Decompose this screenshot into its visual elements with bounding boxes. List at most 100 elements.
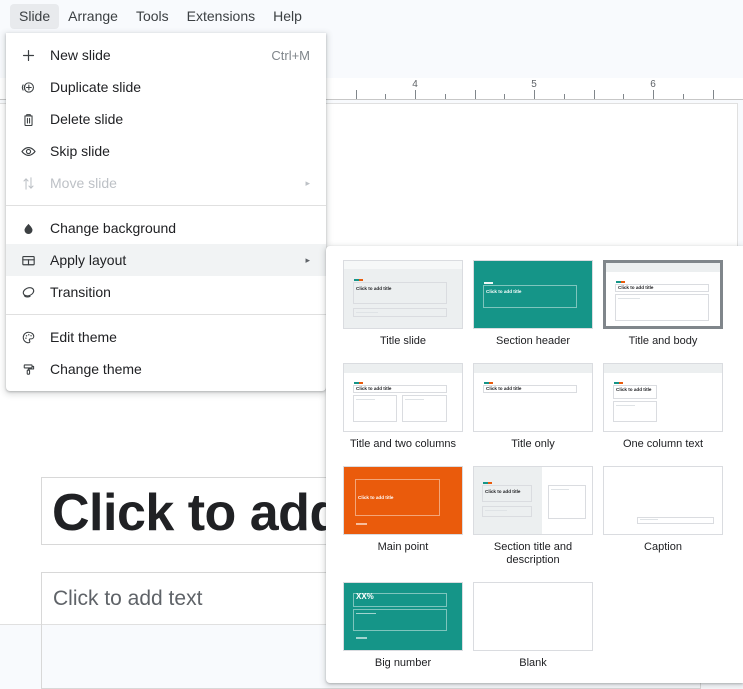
menubar-item-slide[interactable]: Slide (10, 4, 59, 29)
menu-item-shortcut: Ctrl+M (271, 47, 326, 64)
thumb-text-line (405, 399, 424, 400)
thumb-text-line (356, 523, 367, 525)
thumb-accent-bar (484, 382, 493, 384)
layout-option-section-title-and-description[interactable]: Click to add titleSection title and desc… (468, 466, 598, 567)
layout-option-title-and-two-columns[interactable]: Click to add title Title and two columns (338, 363, 468, 451)
layout-option-label: Title and two columns (338, 438, 468, 451)
submenu-arrow-icon: ▸ (305, 256, 326, 265)
menu-item-edit-theme[interactable]: Edit theme (6, 321, 326, 353)
menubar-item-extensions[interactable]: Extensions (178, 4, 264, 29)
submenu-arrow-icon: ▸ (305, 179, 326, 188)
thumb-topbar (344, 261, 462, 269)
thumb-accent-bar (354, 279, 363, 281)
layout-option-label: Blank (468, 657, 598, 670)
layout-thumbnail[interactable]: Click to add title (603, 260, 723, 329)
trash-icon (20, 111, 50, 128)
layout-thumbnail[interactable]: XX% (343, 582, 463, 651)
menu-separator (6, 205, 326, 206)
menubar-item-help[interactable]: Help (264, 4, 311, 29)
layout-option-section-header[interactable]: Click to add title Section header (468, 260, 598, 348)
menu-item-move-slide: Move slide▸ (6, 167, 326, 199)
accent-teal (52, 460, 100, 467)
layout-option-title-only[interactable]: Click to add title Title only (468, 363, 598, 451)
thumb-topbar (474, 364, 592, 373)
thumb-text-line (485, 510, 507, 511)
ruler-tick (594, 90, 595, 99)
ruler-tick (534, 90, 535, 99)
thumb-topbar (606, 263, 720, 272)
ruler-tick (385, 94, 386, 99)
ruler-tick (445, 94, 446, 99)
layout-thumbnail[interactable]: Click to add title (473, 363, 593, 432)
thumb-accent-bar (484, 282, 493, 284)
ruler-label: 6 (650, 79, 656, 90)
slide-body-placeholder-text[interactable]: Click to add text (53, 586, 202, 611)
ruler-tick (504, 94, 505, 99)
layout-option-big-number[interactable]: XX%Big number (338, 582, 468, 670)
layout-thumbnail[interactable] (603, 466, 723, 535)
menu-item-delete-slide[interactable]: Delete slide (6, 103, 326, 135)
duplicate-icon (20, 79, 50, 96)
slide-accent-bar (52, 460, 148, 467)
layout-thumbnail[interactable]: Click to add title (603, 363, 723, 432)
thumb-title-text: Click to add title (486, 289, 521, 295)
menu-item-label: Apply layout (50, 252, 305, 269)
ruler-tick (356, 90, 357, 99)
slides-editor-window: Slide Arrange Tools Extensions Help + Ba… (0, 0, 743, 689)
ruler-tick (475, 90, 476, 99)
layout-thumbnail[interactable]: Click to add title (343, 260, 463, 329)
thumb-accent-bar (354, 382, 363, 384)
thumb-topbar (344, 364, 462, 373)
thumb-topbar (604, 364, 722, 373)
thumb-title-text: Click to add title (485, 489, 520, 495)
thumb-accent-bar (614, 382, 623, 384)
menu-item-label: Skip slide (50, 143, 326, 160)
menu-bar: Slide Arrange Tools Extensions Help (0, 0, 743, 33)
menu-item-label: New slide (50, 47, 271, 64)
thumb-text-line (356, 637, 367, 639)
thumb-text-line (618, 298, 640, 299)
menu-item-apply-layout[interactable]: Apply layout▸ (6, 244, 326, 276)
menubar-item-arrange[interactable]: Arrange (59, 4, 127, 29)
layout-option-label: Section header (468, 335, 598, 348)
layout-thumbnail[interactable]: Click to add title (343, 466, 463, 535)
move-arrows-icon (20, 175, 50, 192)
layout-option-label: One column text (598, 438, 728, 451)
layout-thumbnail[interactable]: Click to add title (473, 260, 593, 329)
plus-icon (20, 47, 50, 64)
layout-option-label: Title and body (598, 335, 728, 348)
menu-item-change-theme[interactable]: Change theme (6, 353, 326, 385)
layout-option-label: Main point (338, 541, 468, 554)
thumb-placeholder-box (482, 506, 532, 517)
thumb-accent-bar (483, 482, 492, 484)
menu-item-label: Move slide (50, 175, 305, 192)
layout-option-title-and-body[interactable]: Click to add title Title and body (598, 260, 728, 348)
menu-item-duplicate-slide[interactable]: Duplicate slide (6, 71, 326, 103)
thumb-text-line (640, 519, 658, 520)
layout-thumbnail[interactable]: Click to add title (473, 466, 593, 535)
thumb-title-text: Click to add title (356, 386, 391, 392)
layout-option-caption[interactable]: Caption (598, 466, 728, 567)
layout-option-title-slide[interactable]: Click to add titleTitle slide (338, 260, 468, 348)
menu-item-skip-slide[interactable]: Skip slide (6, 135, 326, 167)
ruler-label: 5 (531, 79, 537, 90)
thumb-title-text: Click to add title (486, 386, 521, 392)
menubar-item-tools[interactable]: Tools (127, 4, 178, 29)
menu-item-new-slide[interactable]: New slideCtrl+M (6, 39, 326, 71)
layout-thumbnail[interactable] (473, 582, 593, 651)
menu-item-transition[interactable]: Transition (6, 276, 326, 308)
menu-item-change-background[interactable]: Change background (6, 212, 326, 244)
thumb-title-text: Click to add title (616, 387, 651, 393)
menu-item-label: Transition (50, 284, 326, 301)
menu-item-label: Change theme (50, 361, 326, 378)
thumb-title-text: Click to add title (618, 285, 653, 291)
ruler-label: 4 (412, 79, 418, 90)
layout-option-main-point[interactable]: Click to add title Main point (338, 466, 468, 567)
layout-option-blank[interactable]: Blank (468, 582, 598, 670)
thumb-title-text: Click to add title (356, 286, 391, 292)
layout-option-label: Title only (468, 438, 598, 451)
layout-thumbnail[interactable]: Click to add title (343, 363, 463, 432)
layout-option-label: Caption (598, 541, 728, 554)
layout-option-one-column-text[interactable]: Click to add title One column text (598, 363, 728, 451)
slide-dropdown-menu: New slideCtrl+MDuplicate slideDelete sli… (6, 33, 326, 391)
